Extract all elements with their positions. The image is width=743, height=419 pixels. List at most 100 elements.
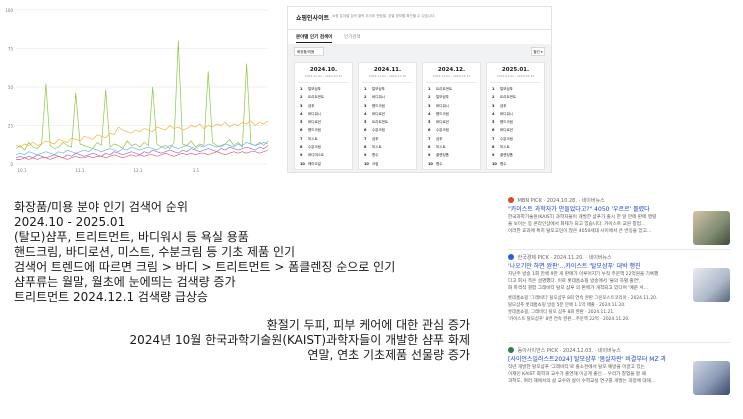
rank-number: 4	[492, 111, 495, 116]
rank-number: 4	[428, 111, 431, 116]
keyword-rank-item[interactable]: 5 핸드크림	[487, 118, 544, 126]
keyword-rank-item[interactable]: 7 샴푸	[423, 135, 480, 143]
keyword-label: 바디워시	[500, 111, 513, 116]
keyword-rank-item[interactable]: 1 탈모샴푸	[487, 85, 544, 93]
keyword-rank-item[interactable]: 1 탈모샴푸	[295, 85, 352, 93]
keyword-rank-item[interactable]: 6 핸드크림	[295, 126, 352, 134]
keyword-label: 향수	[372, 153, 379, 158]
keyword-rank-item[interactable]: 9 바디미스트	[295, 151, 352, 159]
keyword-rank-item[interactable]: 10 크림	[359, 160, 416, 168]
keyword-rank-item[interactable]: 6 바디로션	[487, 126, 544, 134]
ranking-month: 2024.10.	[309, 67, 338, 73]
keyword-rank-item[interactable]: 6 수분크림	[423, 126, 480, 134]
keyword-rank-item[interactable]: 1 트리트먼트	[423, 85, 480, 93]
keyword-rank-item[interactable]: 3 샴푸	[487, 102, 544, 110]
news-source: MBN PICK · 2024.10.28. · 네이버뉴스	[508, 197, 730, 205]
keyword-rank-item[interactable]: 9 클렌징폼	[487, 151, 544, 159]
search-trend-chart: 0 25 50 75 100 10.1 11.1 12.1 1.1	[6, 6, 274, 176]
news-title[interactable]: '나오기만 하면 완판'…카이스트 '탈모샴푸' 대박 행진	[508, 262, 688, 271]
news-source-name[interactable]: MBN	[518, 198, 529, 204]
keyword-label: 미스트	[308, 136, 318, 141]
keyword-rank-item[interactable]: 1 탈모샴푸	[359, 85, 416, 93]
keyword-label: 바디워시	[308, 111, 321, 116]
keyword-rank-item[interactable]: 2 바디워시	[359, 93, 416, 101]
keyword-rank-item[interactable]: 7 샴푸	[359, 135, 416, 143]
keyword-rank-item[interactable]: 6 수분크림	[359, 126, 416, 134]
news-thumbnail[interactable]	[693, 268, 730, 302]
keyword-label: 샴푸	[436, 136, 443, 141]
rank-number: 9	[492, 153, 495, 158]
keyword-rank-item[interactable]: 7 수분크림	[487, 135, 544, 143]
ranking-range: 2024.11.01 - 2024.11.30	[368, 74, 407, 78]
news-body: 다고 회사 측은 설명했다. 이로 롯데홈쇼핑 방송에서 '물의 차별 출연',	[508, 279, 641, 284]
summary-line: 핸드크림, 바디로션, 미스트, 수분크림 등 기초 제품 인기	[14, 245, 296, 259]
keyword-rank-item[interactable]: 8 미스트	[423, 143, 480, 151]
keyword-rank-item[interactable]: 7 미스트	[295, 135, 352, 143]
keyword-label: 수분크림	[436, 128, 449, 133]
keyword-rank-item[interactable]: 4 바디로션	[359, 110, 416, 118]
keyword-label: 바디워시	[372, 95, 385, 100]
keyword-rank-item[interactable]: 10 향수	[487, 160, 544, 168]
keyword-rank-item[interactable]: 2 탈모샴푸	[423, 93, 480, 101]
keyword-label: 샴푸	[372, 136, 379, 141]
keyword-rank-item[interactable]: 5 바디로션	[295, 118, 352, 126]
tab-category-keywords[interactable]: 분야별 인기 검색어	[296, 34, 333, 43]
keyword-rank-item[interactable]: 8 수분크림	[295, 143, 352, 151]
related-news-item[interactable]: 탈모샴푸 롯데홈쇼핑 방송 5분 만에 1.1억 매출 · 2024.11.20…	[508, 302, 730, 309]
keyword-rank-item[interactable]: 8 미스트	[487, 143, 544, 151]
keyword-rank-item[interactable]: 4 핸드크림	[423, 110, 480, 118]
rank-number: 6	[364, 128, 367, 133]
keyword-label: 트리트먼트	[500, 95, 517, 100]
keyword-label: 바디워시	[436, 103, 449, 108]
keyword-label: 샴푸	[308, 103, 315, 108]
category-select[interactable]: 화장품/미용	[294, 47, 324, 56]
keyword-label: 트리트먼트	[372, 120, 389, 125]
rank-number: 3	[300, 103, 303, 108]
keyword-rank-item[interactable]: 9 향수	[359, 151, 416, 159]
keyword-rank-item[interactable]: 9 클렌징폼	[423, 151, 480, 159]
news-thumbnail[interactable]	[693, 211, 730, 245]
shopping-insight-header: 쇼핑인사이트 쇼핑 분야별 검색 클릭 추이와 연령별, 성별 정보를 확인할 …	[288, 7, 551, 30]
related-news-item[interactable]: 롯데홈쇼핑, 그래비티 탈모 샴푸 8회 완판 · 2024.11.21.	[508, 309, 730, 316]
news-title[interactable]: "카이스트 과학자가 만들었다고?" 4050 '우르르' 몰렸다	[508, 205, 688, 214]
rank-number: 9	[428, 153, 431, 158]
keyword-rank-item[interactable]: 3 핸드크림	[359, 102, 416, 110]
news-source-logo	[508, 347, 514, 353]
keyword-label: 향수	[436, 161, 443, 166]
news-source: 한국경제 PICK · 2024.11.20. · 네이버뉴스	[508, 254, 730, 262]
keyword-label: 바디로션	[308, 120, 321, 125]
related-news-item[interactable]: '카이스트 탈모샴푸' 8번 연속 완판…주문액 22억 · 2024.11.2…	[508, 316, 730, 323]
keyword-rank-item[interactable]: 4 바디워시	[295, 110, 352, 118]
keyword-rank-item[interactable]: 10 향수	[423, 160, 480, 168]
rank-number: 5	[428, 120, 431, 125]
y-tick-label: 25	[8, 124, 14, 129]
period-select[interactable]: 월간 ▾	[531, 47, 545, 56]
ranking-range: 2024.10.01 - 2024.10.31	[304, 74, 343, 78]
news-source-name[interactable]: 동아사이언스	[518, 348, 546, 354]
news-title[interactable]: [사이언스일러스트2024] 탈모샴푸 '몸살자란' 비결부터 MZ 과	[508, 355, 688, 364]
rank-number: 3	[364, 103, 367, 108]
keyword-rank-item[interactable]: 3 샴푸	[295, 102, 352, 110]
rank-number: 6	[428, 128, 431, 133]
keyword-label: 바디로션	[500, 128, 513, 133]
keyword-rank-item[interactable]: 2 트리트먼트	[295, 93, 352, 101]
keyword-rank-item[interactable]: 10 헤어오일	[295, 160, 352, 168]
rank-number: 8	[492, 145, 495, 150]
keyword-rank-item[interactable]: 5 트리트먼트	[359, 118, 416, 126]
x-tick-label: 10.1	[18, 168, 27, 173]
news-source-name[interactable]: 한국경제	[518, 255, 536, 261]
chart-svg: 0 25 50 75 100 10.1 11.1 12.1 1.1	[6, 8, 269, 173]
rank-number: 4	[364, 111, 367, 116]
rank-number: 5	[364, 120, 367, 125]
news-thumbnail[interactable]	[693, 361, 730, 395]
news-card: 한국경제 PICK · 2024.11.20. · 네이버뉴스 '나오기만 하면…	[508, 254, 730, 323]
series-line	[15, 145, 269, 159]
tab-popular-search[interactable]: 인기검색	[344, 34, 361, 40]
keyword-rank-item[interactable]: 2 트리트먼트	[487, 93, 544, 101]
y-tick-label: 50	[8, 85, 14, 90]
summary-line: 화장품/미용 분야 인기 검색어 순위	[14, 200, 188, 214]
keyword-rank-item[interactable]: 8 미스트	[359, 143, 416, 151]
keyword-rank-item[interactable]: 4 바디워시	[487, 110, 544, 118]
keyword-rank-item[interactable]: 3 바디워시	[423, 102, 480, 110]
keyword-rank-item[interactable]: 5 바디로션	[423, 118, 480, 126]
